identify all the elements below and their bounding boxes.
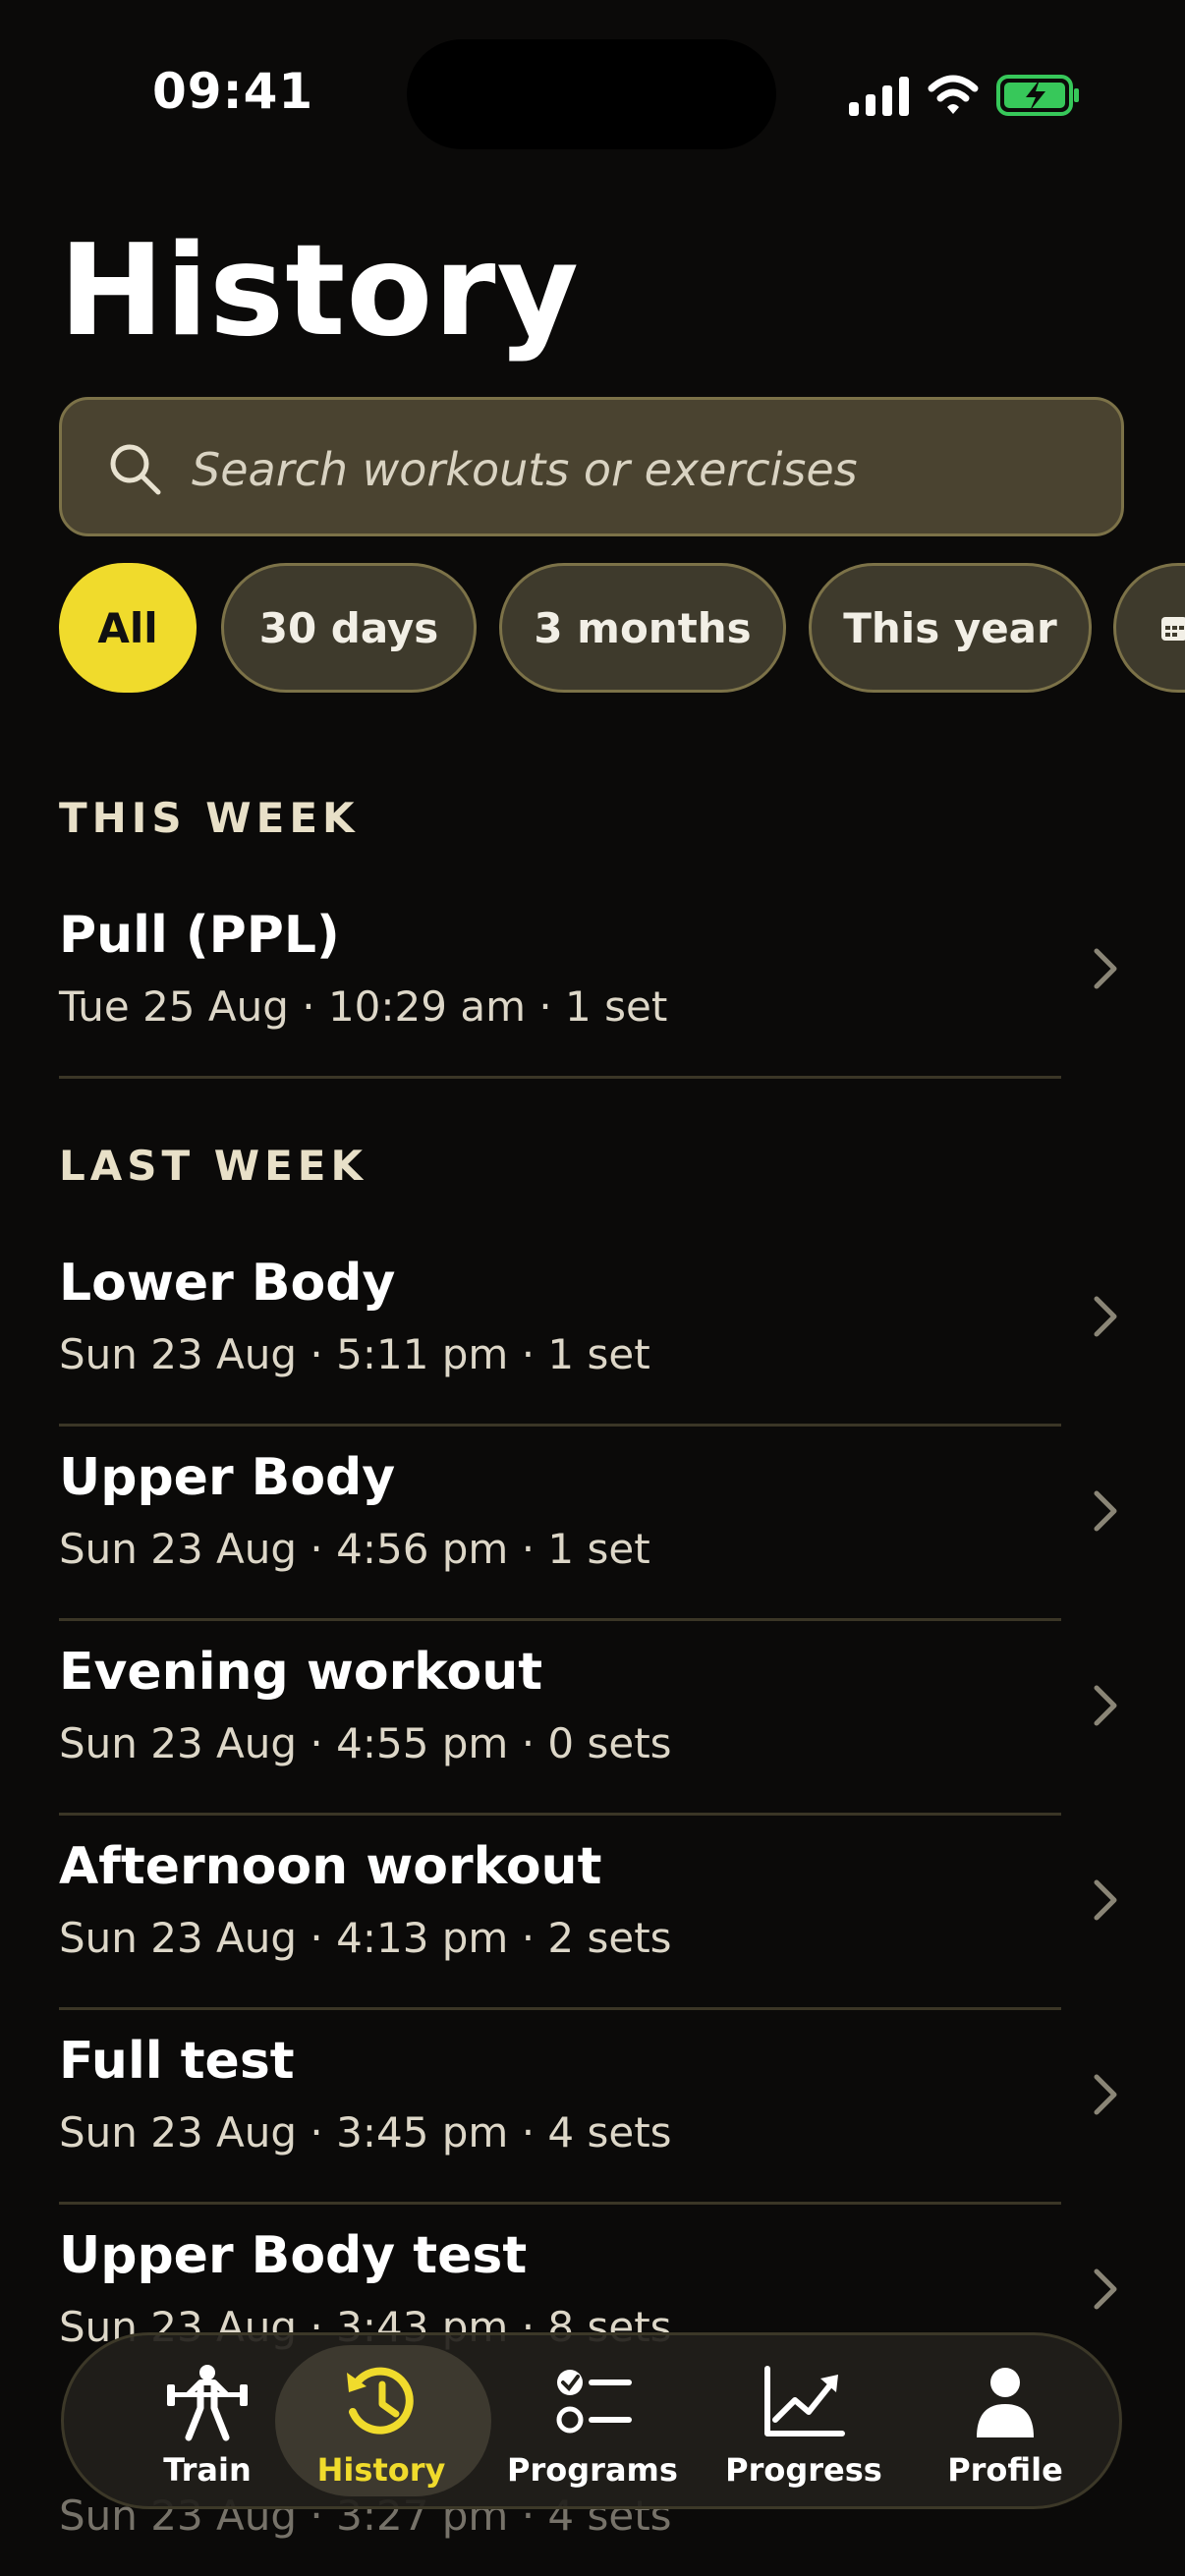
battery-charging-icon: [996, 75, 1079, 116]
workout-row[interactable]: Full test Sun 23 Aug · 3:45 pm · 4 sets: [59, 2010, 1126, 2205]
workout-meta: Sun 23 Aug · 4:56 pm · 1 set: [59, 1525, 650, 1573]
filter-chip-30-days[interactable]: 30 days: [221, 563, 477, 693]
workout-name: Evening workout: [59, 1643, 543, 1702]
workout-meta: Sun 23 Aug · 5:11 pm · 1 set: [59, 1330, 650, 1378]
tab-label: Programs: [507, 2451, 678, 2489]
section-heading-this-week: THIS WEEK: [59, 794, 360, 842]
status-bar: 09:41: [0, 0, 1185, 167]
chevron-right-icon: [1094, 1685, 1117, 1726]
workout-row[interactable]: Evening workout Sun 23 Aug · 4:55 pm · 0…: [59, 1621, 1126, 1816]
workout-name: Lower Body: [59, 1254, 396, 1313]
filter-chip-calendar[interactable]: [1113, 563, 1185, 693]
workout-row[interactable]: Upper Body Sun 23 Aug · 4:56 pm · 1 set: [59, 1427, 1126, 1621]
workout-name: Afternoon workout: [59, 1837, 602, 1896]
filter-chips: All 30 days 3 months This year: [59, 563, 1185, 693]
filter-chip-this-year[interactable]: This year: [809, 563, 1092, 693]
workout-meta: Tue 25 Aug · 10:29 am · 1 set: [59, 982, 668, 1031]
section-heading-last-week: LAST WEEK: [59, 1142, 368, 1190]
workout-name: Pull (PPL): [59, 906, 340, 965]
filter-chip-3-months[interactable]: 3 months: [499, 563, 786, 693]
tab-programs[interactable]: Programs: [486, 2335, 699, 2506]
workout-row[interactable]: Lower Body Sun 23 Aug · 5:11 pm · 1 set: [59, 1232, 1126, 1427]
tab-label: Profile: [947, 2451, 1063, 2489]
chevron-right-icon: [1094, 1879, 1117, 1921]
workout-meta: Sun 23 Aug · 4:13 pm · 2 sets: [59, 1914, 672, 1962]
filter-chip-all[interactable]: All: [59, 563, 197, 693]
workout-meta: Sun 23 Aug · 4:55 pm · 0 sets: [59, 1719, 672, 1767]
workout-name: Upper Body test: [59, 2226, 528, 2285]
row-divider: [59, 1076, 1061, 1079]
workout-row[interactable]: Afternoon workout Sun 23 Aug · 4:13 pm ·…: [59, 1816, 1126, 2010]
workout-row[interactable]: Pull (PPL) Tue 25 Aug · 10:29 am · 1 set: [59, 884, 1126, 1079]
chevron-right-icon: [1094, 1490, 1117, 1532]
search-placeholder: Search workouts or exercises: [192, 443, 858, 496]
page-title: History: [59, 218, 580, 364]
workout-name: Upper Body: [59, 1448, 396, 1507]
tab-profile[interactable]: Profile: [899, 2335, 1111, 2506]
weightlifter-icon: [167, 2365, 248, 2441]
chevron-right-icon: [1094, 948, 1117, 989]
person-icon: [977, 2368, 1034, 2437]
search-input[interactable]: Search workouts or exercises: [59, 397, 1124, 536]
search-icon: [110, 444, 161, 495]
trend-chart-icon: [764, 2366, 845, 2436]
cellular-signal-icon: [849, 77, 909, 116]
chevron-right-icon: [1094, 2268, 1117, 2310]
chevron-right-icon: [1094, 1296, 1117, 1337]
dynamic-island: [407, 39, 776, 149]
tab-progress[interactable]: Progress: [698, 2335, 910, 2506]
tab-label: History: [316, 2451, 446, 2489]
tab-history[interactable]: History: [275, 2335, 491, 2506]
tab-bar: Train History Programs Progress Profile: [61, 2332, 1122, 2509]
tab-label: Progress: [725, 2451, 882, 2489]
status-time: 09:41: [152, 63, 314, 120]
calendar-icon: [1161, 617, 1185, 641]
workout-meta: Sun 23 Aug · 3:45 pm · 4 sets: [59, 2108, 672, 2156]
workout-name: Full test: [59, 2032, 295, 2091]
checklist-icon: [556, 2370, 632, 2434]
chevron-right-icon: [1094, 2074, 1117, 2115]
history-clock-icon: [347, 2367, 414, 2435]
wifi-icon: [928, 75, 979, 114]
